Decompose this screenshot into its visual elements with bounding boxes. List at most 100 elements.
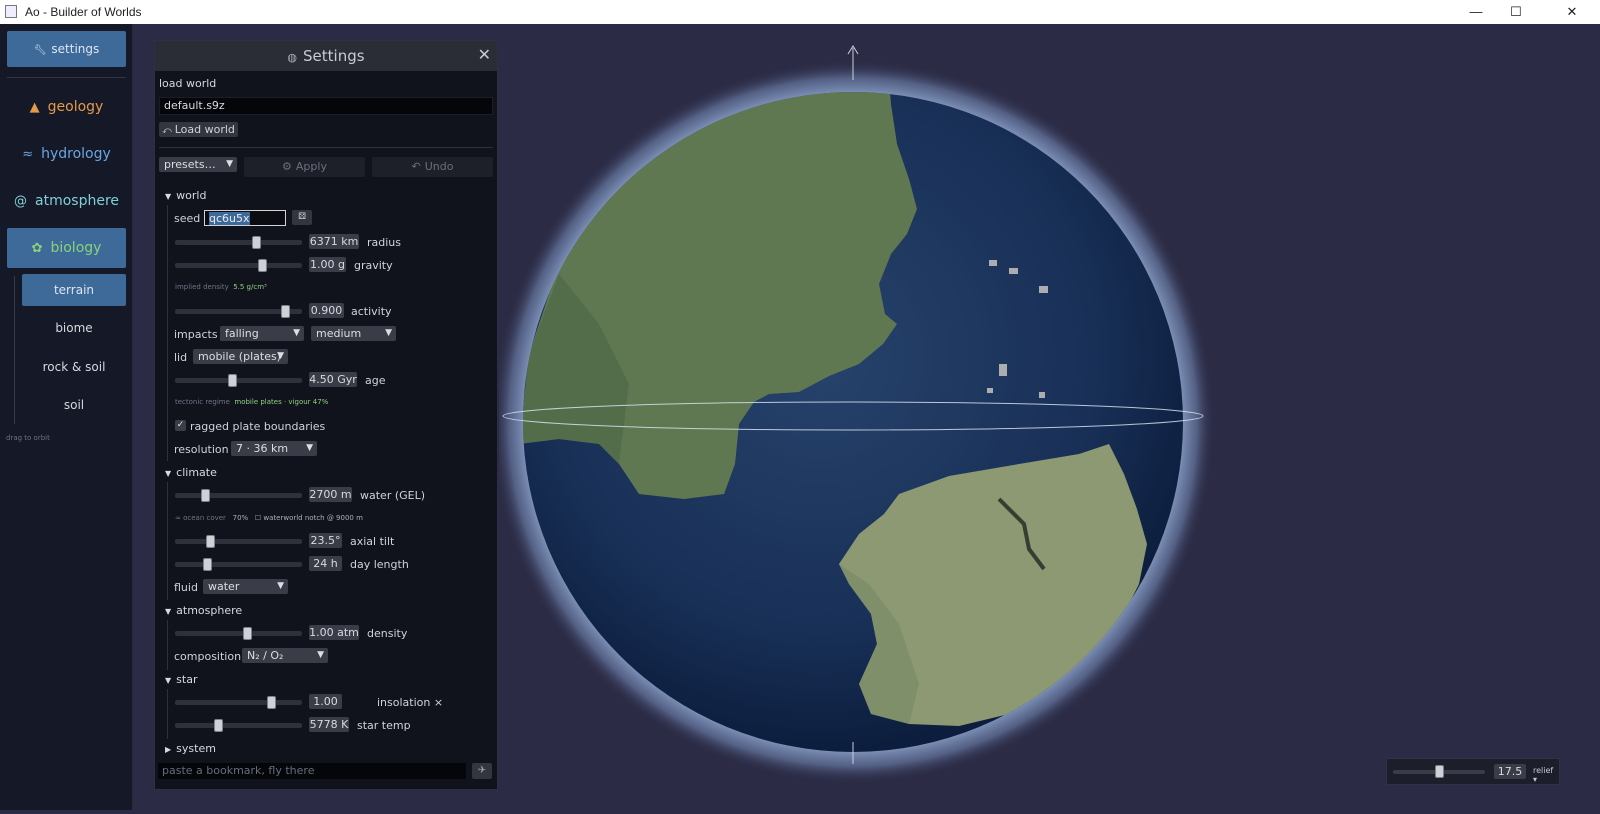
section-world[interactable]: ▼ world (165, 189, 206, 202)
axial-tilt-label: axial tilt (350, 535, 395, 548)
age-slider[interactable] (175, 374, 302, 387)
gravity-value[interactable]: 1.00 g (309, 257, 346, 272)
ragged-boundaries-checkbox[interactable]: ✓ (175, 420, 186, 431)
insolation-value[interactable]: 1.00 (309, 694, 342, 709)
relief-dropdown[interactable]: relief ▾ (1533, 766, 1559, 784)
subnav-item-rock-soil[interactable]: rock & soil (22, 351, 126, 383)
star-temp-slider[interactable] (175, 719, 302, 732)
radius-slider-thumb[interactable] (251, 236, 261, 249)
density-value[interactable]: 1.00 atm (309, 625, 359, 640)
relief-control: 17.5 relief ▾ (1386, 758, 1560, 785)
close-icon[interactable]: ✕ (478, 45, 491, 64)
bookmark-input[interactable]: paste a bookmark, fly there (158, 763, 466, 779)
section-guide (167, 620, 168, 670)
activity-slider-thumb[interactable] (281, 305, 291, 318)
section-system[interactable]: ▶ system (165, 742, 216, 755)
ragged-boundaries-label: ragged plate boundaries (190, 420, 326, 433)
radius-slider[interactable] (175, 236, 302, 249)
section-atmosphere-label: atmosphere (176, 604, 243, 617)
section-star-label: star (176, 673, 198, 686)
sidebar-item-geology[interactable]: ▲ geology (7, 87, 126, 127)
section-star[interactable]: ▼ star (165, 673, 197, 686)
day-length-value[interactable]: 24 h (309, 556, 342, 571)
gravity-slider[interactable] (175, 259, 302, 272)
axial-tilt-slider-thumb[interactable] (205, 535, 215, 548)
radius-label: radius (367, 236, 402, 249)
waterworld-checkbox[interactable]: ☐ (255, 514, 261, 522)
section-guide (167, 482, 168, 600)
minimize-button[interactable]: — (1462, 2, 1490, 22)
presets-label: presets… (164, 158, 216, 171)
impacts-level-value: medium (316, 327, 362, 340)
undo-button[interactable]: ↶ Undo (372, 157, 493, 177)
globe-viewport[interactable] (491, 24, 1600, 810)
gravity-slider-thumb[interactable] (257, 259, 267, 272)
axial-tilt-value[interactable]: 23.5° (309, 533, 342, 548)
water-value[interactable]: 2700 m (309, 487, 352, 502)
lid-dropdown[interactable]: mobile (plates) ▼ (193, 349, 288, 364)
plane-icon: ✈ (477, 765, 487, 776)
leaf-icon: ✿ (31, 241, 43, 256)
insolation-slider[interactable] (175, 696, 302, 709)
section-atmosphere[interactable]: ▼ atmosphere (165, 604, 242, 617)
section-climate[interactable]: ▼ climate (165, 466, 217, 479)
window-titlebar: Ao - Builder of Worlds — ☐ ✕ (0, 0, 1600, 24)
dice-icon: ⚄ (298, 212, 306, 222)
subnav-item-terrain[interactable]: terrain (22, 274, 126, 306)
activity-label: activity (351, 305, 392, 318)
activity-value[interactable]: 0.900 (309, 303, 344, 318)
load-world-button[interactable]: ⤺ Load world (159, 122, 238, 137)
insolation-slider-thumb[interactable] (267, 696, 277, 709)
apply-button[interactable]: ⚙ Apply (244, 157, 365, 177)
fluid-dropdown[interactable]: water ▼ (203, 579, 288, 594)
subnav-item-soil[interactable]: soil (22, 389, 126, 421)
load-world-button-label: Load world (174, 123, 235, 136)
settings-panel-header[interactable]: ◍ Settings ✕ (155, 41, 497, 71)
water-slider-thumb[interactable] (200, 489, 210, 502)
density-slider[interactable] (175, 627, 302, 640)
sidebar-item-biology[interactable]: ✿ biology (7, 228, 126, 268)
sidebar-item-label: atmosphere (35, 193, 119, 209)
chevron-down-icon: ▼ (385, 328, 392, 338)
relief-value[interactable]: 17.5 (1494, 764, 1526, 779)
water-slider[interactable] (175, 489, 302, 502)
settings-button[interactable]: 🔧︎ settings (7, 31, 126, 67)
age-value[interactable]: 4.50 Gyr (309, 372, 357, 387)
radius-value[interactable]: 6371 km (309, 234, 359, 249)
relief-slider[interactable] (1393, 765, 1485, 778)
composition-dropdown[interactable]: N₂ / O₂ ▼ (242, 648, 328, 663)
chevron-down-icon: ▼ (277, 351, 284, 361)
load-icon: ⤺ (162, 126, 172, 136)
sidebar-item-hydrology[interactable]: ≈ hydrology (7, 134, 126, 174)
seed-input[interactable]: qc6u5x (204, 210, 286, 226)
star-temp-value[interactable]: 5778 K (309, 717, 349, 732)
age-slider-thumb[interactable] (228, 374, 238, 387)
close-window-button[interactable]: ✕ (1558, 2, 1586, 22)
composition-value: N₂ / O₂ (247, 649, 284, 662)
resolution-dropdown[interactable]: 7 · 36 km ▼ (231, 441, 317, 456)
fluid-value: water (208, 580, 240, 593)
fly-button[interactable]: ✈ (472, 763, 492, 779)
impacts-mode-dropdown[interactable]: falling ▼ (220, 326, 304, 341)
world-file-input[interactable]: default.s9z (159, 97, 493, 115)
sidebar-item-atmosphere[interactable]: @ atmosphere (7, 181, 126, 221)
day-length-slider[interactable] (175, 558, 302, 571)
day-length-slider-thumb[interactable] (203, 558, 213, 571)
orbit-hint: drag to orbit (6, 434, 50, 442)
relief-slider-thumb[interactable] (1434, 765, 1444, 778)
impacts-level-dropdown[interactable]: medium ▼ (311, 326, 396, 341)
section-guide (167, 205, 168, 461)
presets-dropdown[interactable]: presets… ▼ (159, 157, 237, 172)
collapse-triangle-icon: ▼ (165, 607, 172, 616)
activity-slider[interactable] (175, 305, 302, 318)
randomize-seed-button[interactable]: ⚄ (292, 210, 312, 225)
density-slider-thumb[interactable] (243, 627, 253, 640)
implied-density-value: 5.5 g/cm³ (233, 283, 267, 291)
chevron-down-icon: ▼ (317, 650, 324, 660)
implied-density-note: implied density 5.5 g/cm³ (175, 283, 267, 291)
star-temp-slider-thumb[interactable] (213, 719, 223, 732)
app-icon (5, 5, 17, 18)
maximize-button[interactable]: ☐ (1502, 2, 1530, 22)
subnav-item-biome[interactable]: biome (22, 312, 126, 344)
axial-tilt-slider[interactable] (175, 535, 302, 548)
